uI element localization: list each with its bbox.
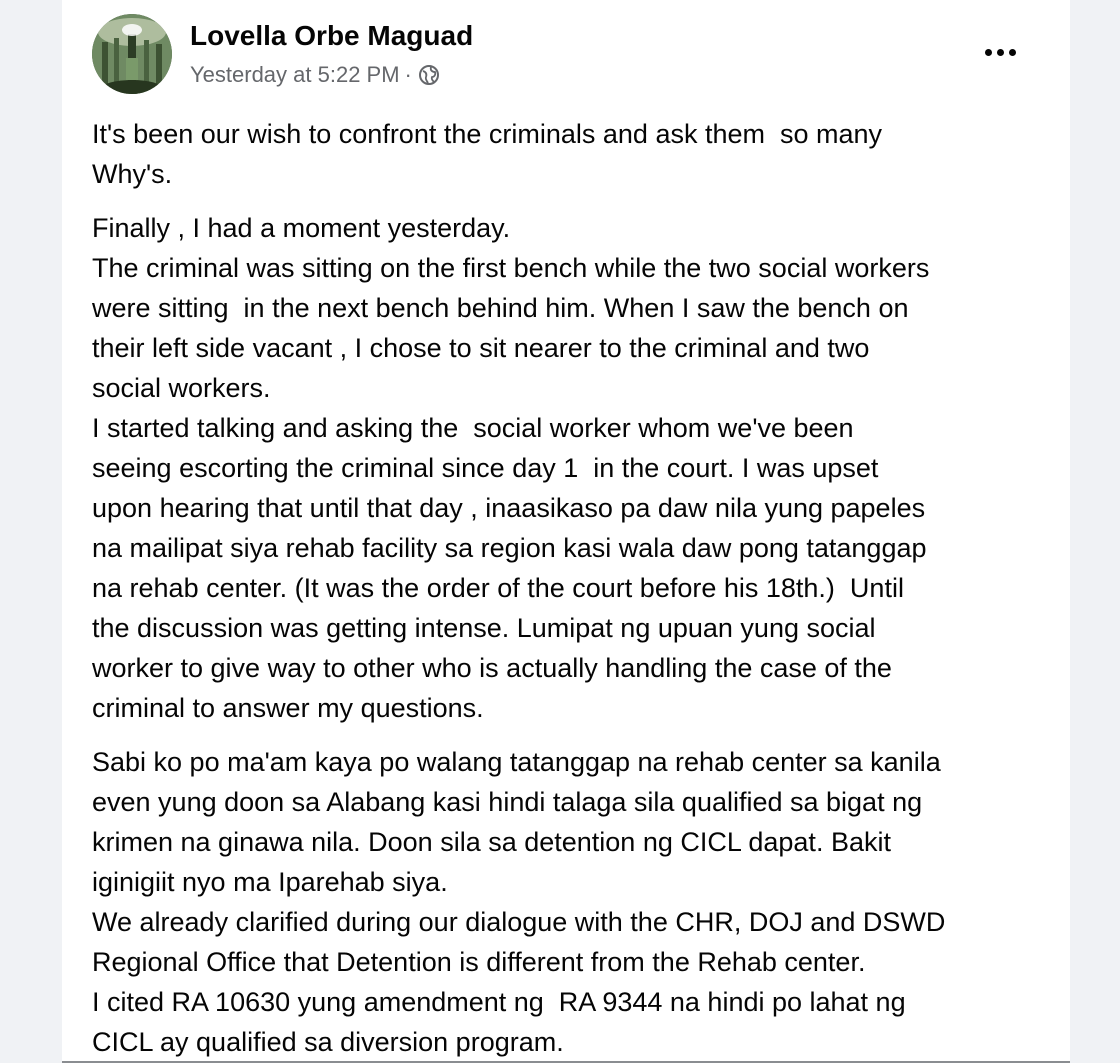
post-timestamp[interactable]: Yesterday at 5:22 PM [190,62,400,88]
post-paragraph: It's been our wish to confront the crimi… [92,119,883,189]
globe-icon[interactable] [418,64,440,86]
meta-separator: · [404,62,412,87]
more-options-button[interactable] [972,34,1028,70]
post-paragraph: Sabi ko po ma'am kaya po walang tatangga… [92,747,946,1057]
post-paragraph: Finally , I had a moment yesterday. The … [92,213,930,723]
author-name[interactable]: Lovella Orbe Maguad [190,20,473,52]
author-avatar[interactable] [92,14,172,94]
post-card: Lovella Orbe Maguad Yesterday at 5:22 PM… [62,0,1070,1063]
post-meta: Yesterday at 5:22 PM · [190,60,440,90]
more-options-icon [984,48,1016,56]
post-text: It's been our wish to confront the crimi… [92,114,1052,1063]
profile-photo-icon [92,14,172,94]
